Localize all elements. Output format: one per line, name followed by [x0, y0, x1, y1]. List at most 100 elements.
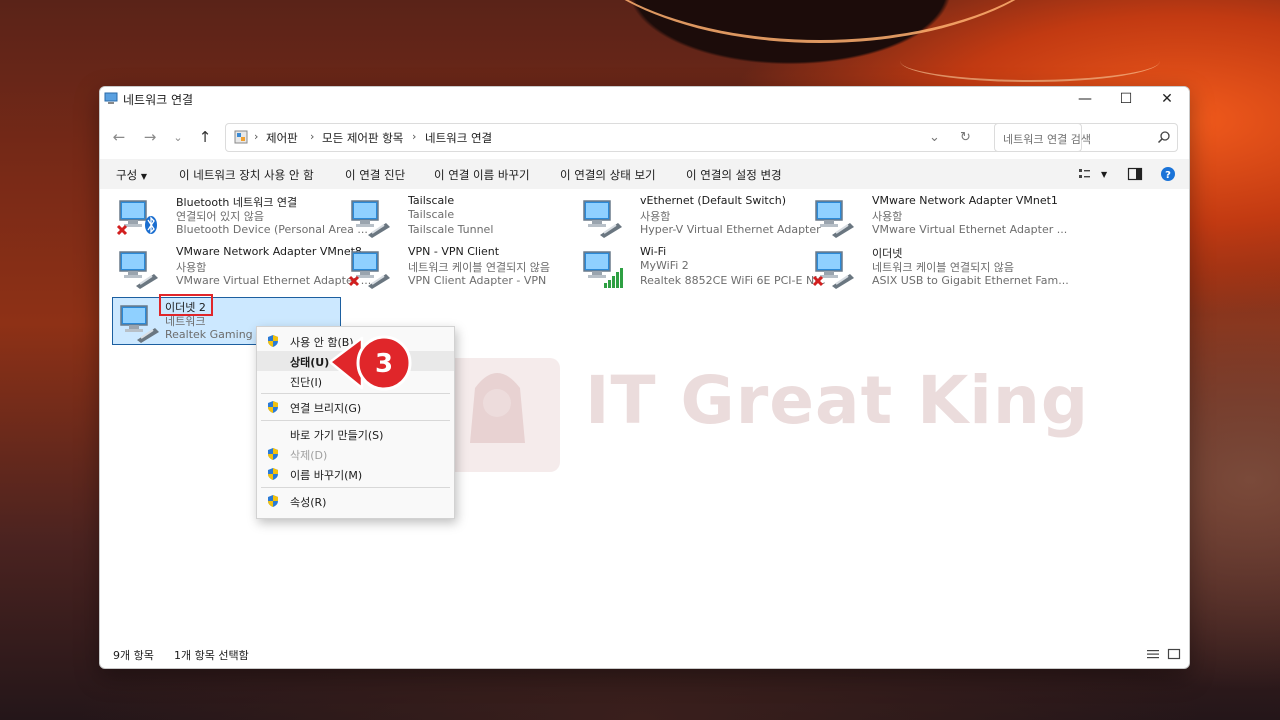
network-adapter-cable-icon: [815, 200, 854, 238]
up-arrow-icon[interactable]: ↑: [195, 127, 215, 147]
window-title: 네트워크 연결: [123, 93, 194, 107]
recent-locations-chevron-icon[interactable]: ⌄: [168, 127, 188, 147]
search-placeholder: 네트워크 연결 검색: [1003, 133, 1091, 146]
menu-item-label: 상태(U): [290, 356, 330, 369]
adapter-status: 네트워크 케이블 연결되지 않음: [872, 261, 1015, 274]
close-button[interactable]: ✕: [1147, 87, 1187, 111]
menu-item-rename[interactable]: 이름 바꾸기(M): [257, 464, 454, 484]
adapter-tile-vpn[interactable]: VPN - VPN Client 네트워크 케이블 연결되지 않음 VPN Cl…: [344, 244, 576, 294]
adapter-status: 사용함: [872, 210, 903, 223]
view-status-button[interactable]: 이 연결의 상태 보기: [560, 167, 656, 183]
title-bar: 네트워크 연결 — ☐ ✕: [100, 87, 1189, 111]
command-bar: 구성 ▼ 이 네트워크 장치 사용 안 함 이 연결 진단 이 연결 이름 바꾸…: [100, 159, 1189, 189]
adapter-name: Wi-Fi: [640, 245, 667, 258]
network-adapter-cable-icon: [119, 251, 158, 289]
refresh-icon[interactable]: ↻: [960, 130, 971, 145]
change-settings-button[interactable]: 이 연결의 설정 변경: [686, 167, 782, 183]
adapter-name: VMware Network Adapter VMnet1: [872, 194, 1058, 207]
breadcrumb-network-connections[interactable]: 네트워크 연결: [425, 130, 492, 146]
annotation-highlight-box: [159, 294, 213, 316]
view-options-icon[interactable]: [1078, 166, 1094, 182]
menu-item-delete[interactable]: 삭제(D): [257, 444, 454, 464]
adapter-tile-vethernet[interactable]: vEthernet (Default Switch) 사용함 Hyper-V V…: [576, 193, 821, 243]
maximize-button[interactable]: ☐: [1106, 87, 1146, 111]
search-input[interactable]: 네트워크 연결 검색: [994, 123, 1178, 152]
adapter-device: VPN Client Adapter - VPN: [408, 274, 547, 287]
adapter-tile-vmnet8[interactable]: VMware Network Adapter VMnet8 사용함 VMware…: [112, 244, 371, 294]
step-number: 3: [375, 349, 393, 379]
organize-label: 구성: [116, 168, 138, 182]
uac-shield-icon: [268, 401, 278, 413]
back-arrow-icon[interactable]: ←: [109, 127, 129, 147]
network-adapter-cable-icon: [120, 305, 159, 343]
adapter-device: Realtek 8852CE WiFi 6E PCI-E NIC: [640, 274, 826, 287]
details-view-icon[interactable]: [1146, 647, 1160, 661]
adapter-device: ASIX USB to Gigabit Ethernet Fam...: [872, 274, 1069, 287]
breadcrumb-separator-icon: ›: [412, 130, 417, 143]
adapter-name: VPN - VPN Client: [408, 245, 500, 258]
svg-text:?: ?: [1165, 170, 1171, 181]
adapter-name: vEthernet (Default Switch): [640, 194, 787, 207]
adapter-status: 사용함: [176, 261, 207, 274]
disable-device-button[interactable]: 이 네트워크 장치 사용 안 함: [179, 167, 314, 183]
menu-item-label: 바로 가기 만들기(S): [290, 429, 384, 442]
adapter-device: Hyper-V Virtual Ethernet Adapter: [640, 223, 821, 236]
adapter-status: Tailscale: [408, 208, 455, 221]
diagnose-button[interactable]: 이 연결 진단: [345, 167, 405, 183]
item-count: 9개 항목: [113, 649, 154, 662]
adapter-tile-ethernet[interactable]: 이더넷 네트워크 케이블 연결되지 않음 ASIX USB to Gigabit…: [808, 244, 1069, 294]
step-arrow-annotation: 3: [328, 335, 412, 391]
network-adapter-disconnected-icon: [348, 251, 390, 289]
uac-shield-icon: [268, 335, 278, 347]
adapter-tile-wifi[interactable]: Wi-Fi MyWiFi 2 Realtek 8852CE WiFi 6E PC…: [576, 244, 825, 294]
view-dropdown-icon[interactable]: ▼: [1101, 170, 1107, 179]
network-adapter-disconnected-icon: [812, 251, 854, 289]
uac-shield-icon: [268, 468, 278, 480]
network-adapter-bluetooth-disconnected-icon: [116, 200, 157, 236]
chevron-down-icon: ▼: [140, 172, 147, 181]
network-adapter-cable-icon: [351, 200, 390, 238]
adapter-status: 네트워크 케이블 연결되지 않음: [408, 261, 551, 274]
control-panel-icon: [234, 130, 248, 144]
address-bar[interactable]: › 제어판 › 모든 제어판 항목 › 네트워크 연결 ⌄ ↻: [225, 123, 1082, 152]
menu-item-create-shortcut[interactable]: 바로 가기 만들기(S): [257, 424, 454, 444]
menu-item-label: 이름 바꾸기(M): [290, 469, 363, 482]
watermark-text: IT Great King: [585, 362, 1090, 439]
breadcrumb-control-panel[interactable]: 제어판: [266, 130, 298, 146]
wifi-adapter-icon: [583, 251, 623, 288]
adapter-tile-bluetooth[interactable]: Bluetooth 네트워크 연결 연결되어 있지 않음 Bluetooth D…: [112, 193, 368, 243]
organize-button[interactable]: 구성 ▼: [116, 167, 147, 183]
breadcrumb-separator-icon: ›: [254, 130, 259, 143]
adapter-device: VMware Virtual Ethernet Adapter ...: [872, 223, 1068, 236]
adapter-tile-tailscale[interactable]: Tailscale Tailscale Tailscale Tunnel: [344, 193, 576, 243]
adapter-device: VMware Virtual Ethernet Adapter ...: [176, 274, 372, 287]
selection-count: 1개 항목 선택함: [174, 649, 249, 662]
menu-separator: [261, 487, 450, 488]
adapter-name: VMware Network Adapter VMnet8: [176, 245, 362, 258]
breadcrumb-all-items[interactable]: 모든 제어판 항목: [322, 130, 403, 146]
search-icon: [1157, 131, 1170, 144]
adapter-status: 연결되어 있지 않음: [176, 210, 264, 223]
menu-separator: [261, 420, 450, 421]
adapter-tile-vmnet1[interactable]: VMware Network Adapter VMnet1 사용함 VMware…: [808, 193, 1067, 243]
forward-arrow-icon[interactable]: →: [140, 127, 160, 147]
adapter-status: MyWiFi 2: [640, 259, 689, 272]
large-icons-view-icon[interactable]: [1167, 647, 1181, 661]
preview-pane-icon[interactable]: [1127, 166, 1143, 182]
adapter-name: Tailscale: [408, 194, 455, 207]
menu-item-bridge[interactable]: 연결 브리지(G): [257, 397, 454, 417]
menu-item-label: 진단(I): [290, 376, 323, 389]
uac-shield-icon: [268, 448, 278, 460]
network-connections-icon: [104, 92, 118, 104]
menu-item-properties[interactable]: 속성(R): [257, 491, 454, 511]
minimize-button[interactable]: —: [1065, 87, 1105, 111]
background-arc-small: [900, 40, 1160, 82]
status-bar: 9개 항목 1개 항목 선택함: [100, 642, 1189, 668]
breadcrumb-separator-icon: ›: [310, 130, 315, 143]
background-arc: [560, 0, 1080, 43]
adapter-device: Tailscale Tunnel: [408, 223, 494, 236]
rename-button[interactable]: 이 연결 이름 바꾸기: [434, 167, 530, 183]
address-dropdown-icon[interactable]: ⌄: [929, 130, 940, 145]
network-adapter-cable-icon: [583, 200, 622, 238]
help-icon[interactable]: ?: [1160, 166, 1176, 182]
